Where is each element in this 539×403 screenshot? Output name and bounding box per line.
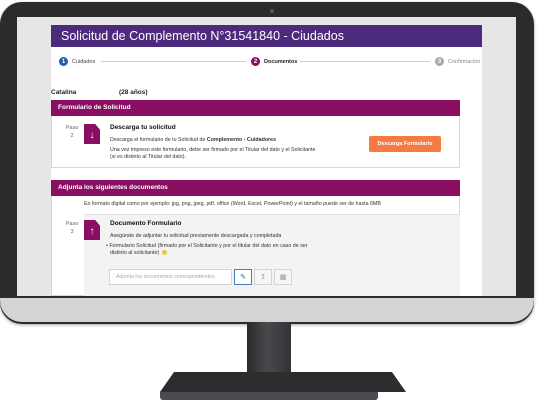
section-header-formulario: Formulario de Solicitud <box>51 100 460 116</box>
paso-text: Paso <box>65 125 79 131</box>
upload-arrow-icon: ↥ <box>260 274 266 281</box>
upload-button[interactable]: ↥ <box>254 269 272 285</box>
step-number-2: 2 <box>251 57 260 66</box>
adjunta-title: Documento Formulario <box>110 220 182 227</box>
upload-icon: ↑ <box>84 220 100 240</box>
step-number-1: 1 <box>59 57 68 66</box>
download-icon: ↓ <box>84 124 100 144</box>
monitor-stand-neck <box>247 322 291 374</box>
formulario-line2: Una vez impreso este formulario, debe se… <box>110 147 316 153</box>
person-name: Catalina <box>51 89 77 96</box>
step-label-documentos: Documentos <box>264 58 298 65</box>
formulario-title: Descarga tu solicitud <box>110 124 176 131</box>
progress-stepper: 1 Cuidados 2 Documentos 3 Confirmación <box>51 57 482 71</box>
person-age: (28 años) <box>119 89 148 96</box>
paso-number: 2 <box>70 133 74 139</box>
step-label-cuidados: Cuidados <box>72 58 96 65</box>
paso-label: Paso 2 <box>62 124 82 140</box>
attach-button[interactable]: ✎ <box>234 269 252 285</box>
card-formulario: Paso 2 ↓ Descarga tu solicitud Descarga … <box>51 116 460 168</box>
monitor-screen: Solicitud de Complemento N°31541840 - Ci… <box>17 17 516 296</box>
monitor-stand-base-edge <box>160 392 378 400</box>
monitor-chin <box>0 296 534 322</box>
step-cuidados[interactable]: 1 Cuidados <box>59 57 95 66</box>
paso-text-3: Paso <box>65 221 79 227</box>
adjunta-instruction: Asegúrate de adjuntar tu solicitud previ… <box>110 233 282 239</box>
trash-icon: ▩ <box>279 274 287 281</box>
upload-input[interactable]: Adjunta los documentos correspondientes <box>109 269 232 285</box>
paso-label-3: Paso 3 <box>62 220 82 236</box>
adjunta-bullet-line2-text: distinto al solicitante) <box>110 250 160 256</box>
delete-button[interactable]: ▩ <box>274 269 292 285</box>
formulario-line3: (si es distinto al Titular del dato). <box>110 154 186 160</box>
camera-dot <box>270 9 274 13</box>
adjunta-info: En formato digital como por ejemplo: jpg… <box>84 201 381 207</box>
step-confirmacion[interactable]: 3 Confirmación <box>435 57 480 66</box>
paso-number-3: 3 <box>70 229 74 235</box>
paperclip-icon: ✎ <box>240 274 246 281</box>
adjunta-bullet-line1: • Formulario Solicitud (firmado por el S… <box>106 243 308 249</box>
monitor-bezel: Solicitud de Complemento N°31541840 - Ci… <box>0 2 534 324</box>
section-header-adjunta: Adjunta los siguientes documentos <box>51 180 460 196</box>
download-form-button[interactable]: Descarga Formulario <box>369 136 441 152</box>
stepper-line-1 <box>101 61 246 62</box>
page-title: Solicitud de Complemento N°31541840 - Ci… <box>51 25 482 47</box>
formulario-line1-prefix: Descarga el formulario de tu Solicitud d… <box>110 137 207 143</box>
monitor-stand-base <box>160 372 406 392</box>
formulario-line1: Descarga el formulario de tu Solicitud d… <box>110 137 276 144</box>
info-icon[interactable] <box>161 250 167 256</box>
step-documentos[interactable]: 2 Documentos <box>251 57 297 66</box>
step-label-confirmacion: Confirmación <box>448 58 481 65</box>
stepper-line-2 <box>300 61 430 62</box>
adjunta-bullet-line2: distinto al solicitante) <box>110 250 167 257</box>
formulario-line1-bold: Complemento - Cuidadores <box>206 137 277 143</box>
step-number-3: 3 <box>435 57 444 66</box>
